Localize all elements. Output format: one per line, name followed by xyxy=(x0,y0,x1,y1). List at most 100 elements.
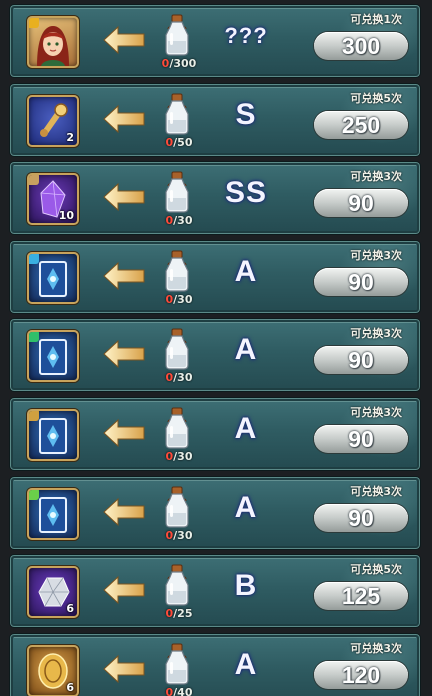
cost-required: /30 xyxy=(173,214,193,227)
exchange-limit-text: 可兑换5次 xyxy=(350,92,402,105)
cost-current: 0 xyxy=(165,214,174,227)
rarity-badge-icon xyxy=(29,332,39,342)
exchange-price-button[interactable]: 300 xyxy=(314,32,408,60)
cost-counter: 0/50 xyxy=(148,136,210,149)
exchange-price-button[interactable]: 90 xyxy=(314,268,408,296)
exchange-row[interactable]: 10 0/30 SS 可兑换3次 90 xyxy=(10,162,420,234)
exchange-limit-text: 可兑换3次 xyxy=(350,406,402,419)
exchange-row[interactable]: 0/30 A 可兑换3次 90 xyxy=(10,241,420,313)
potion-bottle-icon xyxy=(160,485,194,529)
left-arrow-icon xyxy=(102,182,146,212)
cost-current: 0 xyxy=(165,293,174,306)
left-arrow-icon xyxy=(102,497,146,527)
cost-required: /50 xyxy=(173,136,193,149)
exchange-row[interactable]: 6 0/25 B 可兑换5次 125 xyxy=(10,555,420,627)
item-quantity: 6 xyxy=(66,602,74,615)
item-quantity: 6 xyxy=(66,681,74,694)
potion-bottle-icon xyxy=(160,92,194,136)
cost-current: 0 xyxy=(165,371,174,384)
exchange-limit-text: 可兑换3次 xyxy=(350,642,402,655)
cost-current: 0 xyxy=(165,529,174,542)
exchange-limit-text: 可兑换3次 xyxy=(350,327,402,340)
exchange-row[interactable]: 6 0/40 A 可兑换3次 120 xyxy=(10,634,420,696)
exchange-list: 0/300??? 可兑换1次 300 2 0/50 S 可兑换5次 250 10 0/30 SS 可兑… xyxy=(0,0,432,696)
blue-card-slot[interactable] xyxy=(27,488,79,540)
left-arrow-icon xyxy=(102,104,146,134)
grade-label: ??? xyxy=(224,23,268,48)
left-arrow-icon xyxy=(102,339,146,369)
cost-counter: 0/40 xyxy=(148,686,210,696)
exchange-price-button[interactable]: 250 xyxy=(314,111,408,139)
item-quantity: 2 xyxy=(66,131,74,144)
potion-bottle-icon xyxy=(160,13,194,57)
cost-required: /30 xyxy=(173,450,193,463)
cost-required: /300 xyxy=(169,57,197,70)
cost-required: /30 xyxy=(173,293,193,306)
grade-label: S xyxy=(235,98,257,131)
cost-current: 0 xyxy=(165,450,174,463)
blue-card-slot[interactable] xyxy=(27,252,79,304)
exchange-limit-text: 可兑换1次 xyxy=(350,13,402,26)
grade-label: A xyxy=(234,255,258,288)
exchange-price-button[interactable]: 120 xyxy=(314,661,408,689)
cost-counter: 0/30 xyxy=(148,371,210,384)
cost-counter: 0/30 xyxy=(148,293,210,306)
cost-counter: 0/30 xyxy=(148,214,210,227)
exchange-price-button[interactable]: 90 xyxy=(314,504,408,532)
gold-coin-slot[interactable]: 6 xyxy=(27,645,79,696)
grade-label: A xyxy=(234,412,258,445)
rarity-badge-icon xyxy=(29,254,39,264)
grade-label: A xyxy=(234,648,258,681)
exchange-limit-text: 可兑换3次 xyxy=(350,249,402,262)
left-arrow-icon xyxy=(102,654,146,684)
cost-counter: 0/300 xyxy=(148,57,210,70)
hero-portrait-slot[interactable] xyxy=(27,16,79,68)
rarity-badge-icon xyxy=(29,411,39,421)
rarity-badge-icon xyxy=(29,18,39,28)
blue-card-slot[interactable] xyxy=(27,330,79,382)
exchange-row[interactable]: 2 0/50 S 可兑换5次 250 xyxy=(10,84,420,156)
left-arrow-icon xyxy=(102,261,146,291)
key-scroll-slot[interactable]: 2 xyxy=(27,95,79,147)
potion-bottle-icon xyxy=(160,327,194,371)
exchange-price-button[interactable]: 90 xyxy=(314,346,408,374)
cost-counter: 0/30 xyxy=(148,529,210,542)
grade-label: A xyxy=(234,491,258,524)
cost-required: /30 xyxy=(173,529,193,542)
cost-current: 0 xyxy=(165,136,174,149)
left-arrow-icon xyxy=(102,25,146,55)
cost-required: /40 xyxy=(173,686,193,696)
potion-bottle-icon xyxy=(160,642,194,686)
cost-required: /30 xyxy=(173,371,193,384)
rarity-badge-icon xyxy=(29,175,39,185)
cost-required: /25 xyxy=(173,607,193,620)
potion-bottle-icon xyxy=(160,249,194,293)
exchange-row[interactable]: 0/30 A 可兑换3次 90 xyxy=(10,398,420,470)
potion-bottle-icon xyxy=(160,406,194,450)
grade-label: SS xyxy=(224,176,268,209)
cost-current: 0 xyxy=(165,607,174,620)
left-arrow-icon xyxy=(102,575,146,605)
grade-label: B xyxy=(234,569,258,602)
exchange-row[interactable]: 0/30 A 可兑换3次 90 xyxy=(10,477,420,549)
exchange-price-button[interactable]: 90 xyxy=(314,425,408,453)
cost-current: 0 xyxy=(165,686,174,696)
cost-counter: 0/25 xyxy=(148,607,210,620)
exchange-row[interactable]: 0/300??? 可兑换1次 300 xyxy=(10,5,420,77)
potion-bottle-icon xyxy=(160,563,194,607)
purple-crystal-slot[interactable]: 10 xyxy=(27,173,79,225)
exchange-price-button[interactable]: 90 xyxy=(314,189,408,217)
exchange-limit-text: 可兑换3次 xyxy=(350,485,402,498)
potion-bottle-icon xyxy=(160,170,194,214)
left-arrow-icon xyxy=(102,418,146,448)
exchange-limit-text: 可兑换5次 xyxy=(350,563,402,576)
silver-stone-slot[interactable]: 6 xyxy=(27,566,79,618)
cost-counter: 0/30 xyxy=(148,450,210,463)
exchange-price-button[interactable]: 125 xyxy=(314,582,408,610)
grade-label: A xyxy=(234,333,258,366)
rarity-badge-icon xyxy=(29,490,39,500)
exchange-limit-text: 可兑换3次 xyxy=(350,170,402,183)
exchange-row[interactable]: 0/30 A 可兑换3次 90 xyxy=(10,319,420,391)
blue-card-slot[interactable] xyxy=(27,409,79,461)
item-quantity: 10 xyxy=(58,209,74,222)
